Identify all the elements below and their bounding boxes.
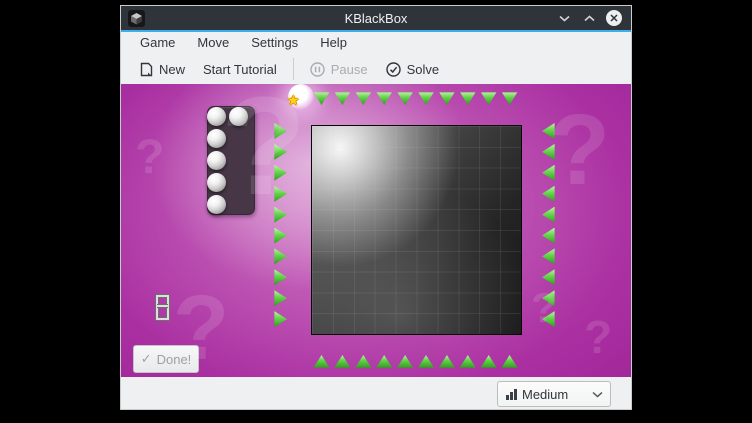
- black-box-grid[interactable]: [311, 125, 522, 335]
- laser-arrow-down[interactable]: [460, 92, 476, 105]
- laser-arrow-down[interactable]: [481, 92, 497, 105]
- close-button[interactable]: [606, 10, 622, 26]
- laser-arrow-right[interactable]: [274, 311, 287, 327]
- menu-bar: Game Move Settings Help: [121, 32, 631, 54]
- laser-arrow-down[interactable]: [314, 92, 330, 105]
- solve-button-label: Solve: [407, 62, 440, 77]
- laser-arrow-left[interactable]: [542, 248, 555, 264]
- question-mark-watermark: ?: [584, 314, 612, 360]
- laser-arrow-down[interactable]: [439, 92, 455, 105]
- laser-arrow-right[interactable]: [274, 248, 287, 264]
- chevron-down-icon: [592, 391, 603, 398]
- question-mark-watermark: ?: [173, 282, 229, 374]
- laser-arrow-right[interactable]: [274, 228, 287, 244]
- laser-arrow-down[interactable]: [397, 92, 413, 105]
- laser-arrow-down[interactable]: [376, 92, 392, 105]
- laser-arrow-left[interactable]: [542, 228, 555, 244]
- laser-arrow-up[interactable]: [355, 355, 371, 368]
- desktop-background: { "window": { "title": "KBlackBox" }, "i…: [0, 0, 752, 423]
- laser-arrow-right[interactable]: [274, 290, 287, 306]
- start-tutorial-label: Start Tutorial: [203, 62, 277, 77]
- app-icon: [128, 10, 145, 27]
- new-document-icon: [140, 62, 153, 77]
- laser-arrow-up[interactable]: [376, 355, 392, 368]
- difficulty-select[interactable]: Medium: [497, 381, 611, 407]
- new-button[interactable]: New: [131, 56, 194, 82]
- empty-ball-slot: [156, 295, 169, 320]
- laser-arrow-down[interactable]: [418, 92, 434, 105]
- tool-bar: New Start Tutorial Pause Solve: [121, 54, 631, 84]
- check-icon: ✓: [141, 351, 152, 367]
- laser-arrow-left[interactable]: [542, 269, 555, 285]
- toolbar-separator: [293, 58, 294, 80]
- laser-arrow-up[interactable]: [439, 355, 455, 368]
- laser-arrow-down[interactable]: [502, 92, 518, 105]
- pause-button[interactable]: Pause: [301, 56, 377, 82]
- laser-arrow-up[interactable]: [418, 355, 434, 368]
- signal-bars-icon: [506, 389, 517, 400]
- laser-arrow-up[interactable]: [481, 355, 497, 368]
- laser-arrow-left[interactable]: [542, 207, 555, 223]
- menu-move[interactable]: Move: [186, 32, 240, 54]
- question-mark-watermark: ?: [531, 287, 557, 329]
- laser-arrow-down[interactable]: [334, 92, 350, 105]
- pause-button-label: Pause: [331, 62, 368, 77]
- minimize-button[interactable]: [556, 10, 572, 26]
- laser-arrow-up[interactable]: [502, 355, 518, 368]
- difficulty-value: Medium: [522, 387, 568, 402]
- laser-arrow-up[interactable]: [397, 355, 413, 368]
- window-controls: [556, 10, 622, 26]
- menu-game[interactable]: Game: [129, 32, 186, 54]
- check-circle-icon: [386, 62, 401, 77]
- laser-arrow-up[interactable]: [334, 355, 350, 368]
- menu-help[interactable]: Help: [309, 32, 358, 54]
- start-tutorial-button[interactable]: Start Tutorial: [194, 56, 286, 82]
- pause-circle-icon: [310, 62, 325, 77]
- laser-arrow-right[interactable]: [274, 269, 287, 285]
- question-mark-watermark: ?: [221, 84, 307, 216]
- kblackbox-window: KBlackBox Game Move Settings Help: [120, 5, 632, 410]
- title-bar[interactable]: KBlackBox: [121, 6, 631, 30]
- new-button-label: New: [159, 62, 185, 77]
- maximize-button[interactable]: [581, 10, 597, 26]
- menu-settings[interactable]: Settings: [240, 32, 309, 54]
- question-mark-watermark: ?: [549, 100, 610, 200]
- status-bar: Medium: [121, 377, 631, 409]
- laser-arrow-up[interactable]: [460, 355, 476, 368]
- window-title: KBlackBox: [121, 11, 631, 26]
- laser-arrow-down[interactable]: [355, 92, 371, 105]
- solve-button[interactable]: Solve: [377, 56, 449, 82]
- game-board-area: ★ ✓ Done! ??????: [121, 84, 631, 377]
- laser-arrow-up[interactable]: [314, 355, 330, 368]
- question-mark-watermark: ?: [135, 134, 164, 182]
